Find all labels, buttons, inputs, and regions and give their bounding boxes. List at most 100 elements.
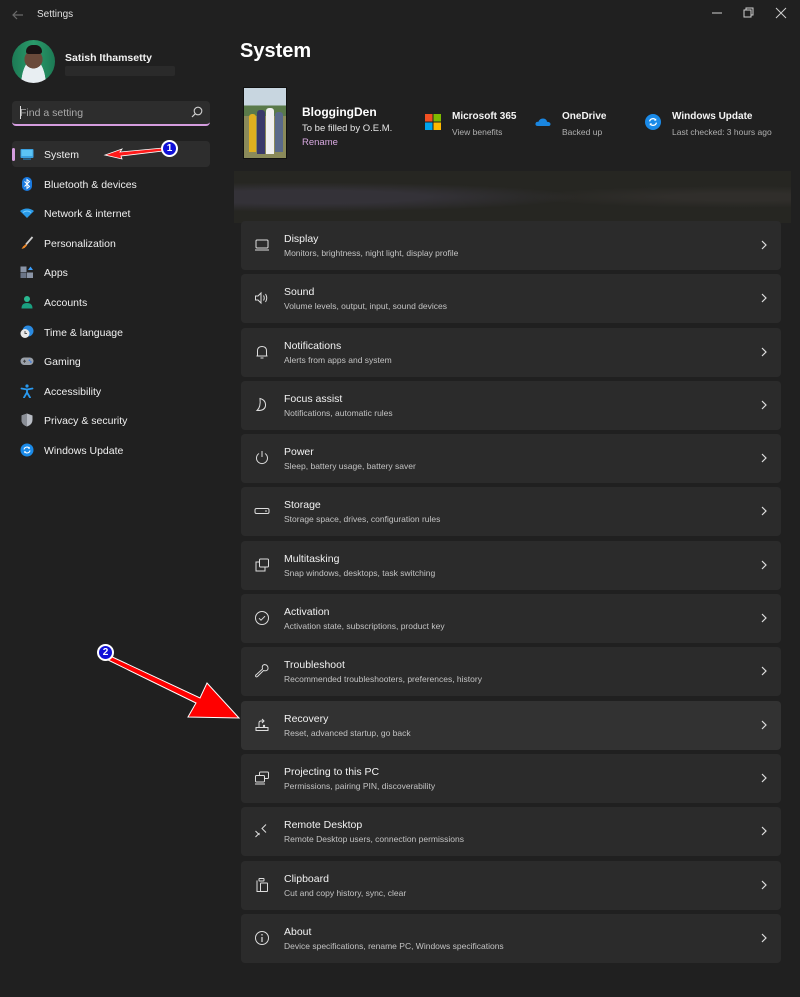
sidebar-item-label: Privacy & security xyxy=(44,415,128,428)
setting-title: Sound xyxy=(284,286,315,299)
setting-title: Recovery xyxy=(284,712,329,725)
clipboard-icon xyxy=(256,877,268,892)
setting-clipboard[interactable]: Clipboard Cut and copy history, sync, cl… xyxy=(241,860,781,910)
setting-troubleshoot[interactable]: Troubleshoot Recommended troubleshooters… xyxy=(241,647,781,697)
avatar xyxy=(12,40,55,83)
rename-link[interactable]: Rename xyxy=(302,137,338,148)
user-profile[interactable]: Satish Ithamsetty xyxy=(12,40,212,86)
quick-link-subtitle: View benefits xyxy=(452,127,503,137)
setting-title: Activation xyxy=(284,606,330,619)
setting-focus-assist[interactable]: Focus assist Notifications, automatic ru… xyxy=(241,380,781,430)
device-name: BloggingDen xyxy=(302,105,377,119)
sidebar-item-label: Accounts xyxy=(44,296,88,309)
setting-subtitle: Device specifications, rename PC, Window… xyxy=(284,940,504,951)
wrench-icon xyxy=(254,664,269,678)
sidebar-item-windows-update[interactable]: Windows Update xyxy=(12,437,210,463)
chevron-right-icon xyxy=(761,453,767,463)
setting-subtitle: Notifications, automatic rules xyxy=(284,407,393,418)
setting-title: About xyxy=(284,925,312,938)
sidebar-item-label: Personalization xyxy=(44,237,116,250)
quick-link-title: Microsoft 365 xyxy=(452,111,517,122)
sidebar-item-privacy-security[interactable]: Privacy & security xyxy=(12,407,210,433)
back-arrow-icon xyxy=(12,10,23,20)
setting-title: Multitasking xyxy=(284,552,340,565)
setting-power[interactable]: Power Sleep, battery usage, battery save… xyxy=(241,434,781,484)
setting-notifications[interactable]: Notifications Alerts from apps and syste… xyxy=(241,327,781,377)
device-wallpaper-thumbnail xyxy=(243,87,287,159)
power-icon xyxy=(256,451,268,465)
setting-storage[interactable]: Storage Storage space, drives, configura… xyxy=(241,487,781,537)
bluetooth-icon xyxy=(22,176,32,191)
close-icon xyxy=(775,7,787,19)
sidebar-item-accessibility[interactable]: Accessibility xyxy=(12,378,210,404)
setting-title: Power xyxy=(284,446,314,459)
minimize-button[interactable] xyxy=(702,3,732,23)
setting-sound[interactable]: Sound Volume levels, output, input, soun… xyxy=(241,274,781,324)
quick-link-title: Windows Update xyxy=(672,111,753,122)
sidebar-item-label: Apps xyxy=(44,267,68,280)
search-icon[interactable] xyxy=(190,105,204,119)
sidebar-item-system[interactable]: System xyxy=(12,141,210,167)
gaming-icon xyxy=(20,357,34,366)
setting-title: Focus assist xyxy=(284,392,343,405)
sidebar-item-label: Bluetooth & devices xyxy=(44,178,137,191)
setting-title: Projecting to this PC xyxy=(284,765,380,778)
search-box[interactable] xyxy=(12,101,210,126)
sidebar-item-label: Gaming xyxy=(44,356,81,369)
sidebar-item-gaming[interactable]: Gaming xyxy=(12,348,210,374)
setting-remote-desktop[interactable]: Remote Desktop Remote Desktop users, con… xyxy=(241,807,781,857)
sidebar-item-accounts[interactable]: Accounts xyxy=(12,289,210,315)
activation-check-icon xyxy=(255,611,269,626)
privacy-shield-icon xyxy=(21,413,33,427)
setting-recovery[interactable]: Recovery Reset, advanced startup, go bac… xyxy=(241,700,781,750)
close-button[interactable] xyxy=(766,3,796,23)
chevron-right-icon xyxy=(761,720,767,730)
sidebar-item-personalization[interactable]: Personalization xyxy=(12,230,210,256)
chevron-right-icon xyxy=(761,880,767,889)
quick-link-onedrive[interactable]: OneDrive Backed up xyxy=(535,108,635,142)
setting-title: Troubleshoot xyxy=(284,659,345,672)
setting-multitasking[interactable]: Multitasking Snap windows, desktops, tas… xyxy=(241,540,781,590)
restore-icon xyxy=(743,7,754,18)
quick-link-title: OneDrive xyxy=(562,111,607,122)
restore-button[interactable] xyxy=(733,3,763,23)
setting-display[interactable]: Display Monitors, brightness, night ligh… xyxy=(241,221,781,270)
back-button[interactable] xyxy=(10,7,26,23)
sidebar-item-bluetooth[interactable]: Bluetooth & devices xyxy=(12,171,210,197)
sidebar-item-time-language[interactable]: Time & language xyxy=(12,319,210,345)
sidebar-item-label: System xyxy=(44,149,80,161)
chevron-right-icon xyxy=(761,507,767,516)
setting-subtitle: Sleep, battery usage, battery saver xyxy=(284,461,416,472)
setting-projecting[interactable]: Projecting to this PC Permissions, pairi… xyxy=(241,753,781,803)
system-icon xyxy=(20,149,34,160)
setting-about[interactable]: About Device specifications, rename PC, … xyxy=(241,913,781,963)
recovery-icon xyxy=(255,718,269,731)
quick-link-microsoft-365[interactable]: Microsoft 365 View benefits xyxy=(425,108,525,142)
setting-activation[interactable]: Activation Activation state, subscriptio… xyxy=(241,594,781,644)
quick-link-subtitle: Backed up xyxy=(562,127,603,137)
setting-subtitle: Permissions, pairing PIN, discoverabilit… xyxy=(284,780,436,791)
chevron-right-icon xyxy=(761,240,767,250)
sidebar-item-apps[interactable]: Apps xyxy=(12,259,210,285)
setting-title: Remote Desktop xyxy=(284,819,363,832)
device-model: To be filled by O.E.M. xyxy=(302,123,393,134)
chevron-right-icon xyxy=(761,400,767,410)
profile-name: Satish Ithamsetty xyxy=(65,52,152,64)
setting-subtitle: Volume levels, output, input, sound devi… xyxy=(284,301,448,312)
multitasking-icon xyxy=(255,558,269,572)
chevron-right-icon xyxy=(761,560,767,570)
search-input[interactable] xyxy=(12,101,182,124)
setting-title: Display xyxy=(284,233,319,245)
sidebar-item-network[interactable]: Network & internet xyxy=(12,200,210,226)
setting-subtitle: Monitors, brightness, night light, displ… xyxy=(284,248,459,258)
chevron-right-icon xyxy=(761,613,767,623)
setting-subtitle: Storage space, drives, configuration rul… xyxy=(284,514,441,525)
quick-link-windows-update[interactable]: Windows Update Last checked: 3 hours ago xyxy=(645,108,795,142)
setting-title: Notifications xyxy=(284,339,342,352)
moon-icon xyxy=(255,397,267,411)
time-language-icon xyxy=(20,325,34,338)
app-title: Settings xyxy=(37,9,74,20)
chevron-right-icon xyxy=(761,826,767,836)
setting-subtitle: Activation state, subscriptions, product… xyxy=(284,621,445,632)
sidebar-nav: System Bluetooth & devices Network & int… xyxy=(12,141,210,467)
